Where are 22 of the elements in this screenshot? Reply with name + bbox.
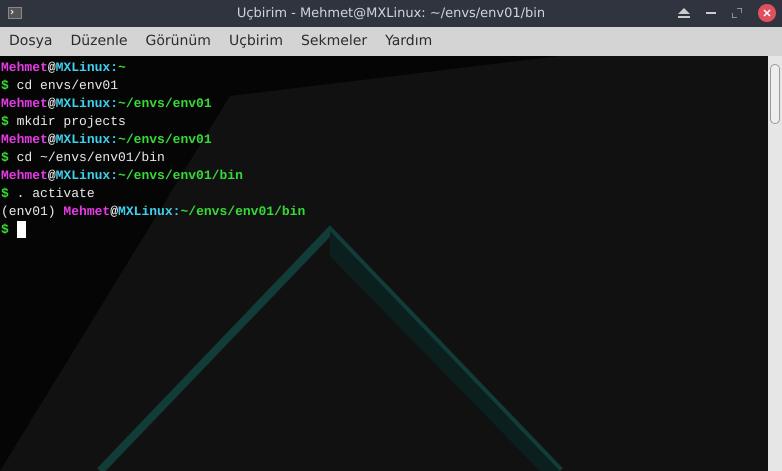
menu-item[interactable]: Dosya	[0, 27, 62, 56]
terminal-line: Mehmet@MXLinux:~/envs/env01	[1, 131, 212, 149]
menu-item[interactable]: Uçbirim	[220, 27, 292, 56]
menu-item[interactable]: Sekmeler	[292, 27, 376, 56]
menu-item[interactable]: Yardım	[376, 27, 442, 56]
terminal-line: Mehmet@MXLinux:~/envs/env01	[1, 95, 212, 113]
terminal-line: $ mkdir projects	[1, 113, 126, 131]
menu-item[interactable]: Düzenle	[62, 27, 137, 56]
window-title: Uçbirim - Mehmet@MXLinux: ~/envs/env01/bin	[236, 5, 546, 23]
terminal-line: $	[1, 221, 26, 239]
terminal-line: $ cd envs/env01	[1, 77, 118, 95]
maximize-icon[interactable]	[732, 8, 742, 18]
menu-item[interactable]: Görünüm	[136, 27, 220, 56]
scrollbar[interactable]	[768, 56, 782, 471]
eject-icon[interactable]	[678, 8, 690, 18]
terminal-line: $ cd ~/envs/env01/bin	[1, 149, 165, 167]
terminal-line: (env01) Mehmet@MXLinux:~/envs/env01/bin	[1, 203, 306, 221]
terminal-line: Mehmet@MXLinux:~/envs/env01/bin	[1, 167, 243, 185]
terminal-line: Mehmet@MXLinux:~	[1, 59, 126, 77]
terminal-line: $ . activate	[1, 185, 95, 203]
terminal-app-icon	[8, 7, 22, 19]
close-icon[interactable]	[758, 4, 776, 22]
